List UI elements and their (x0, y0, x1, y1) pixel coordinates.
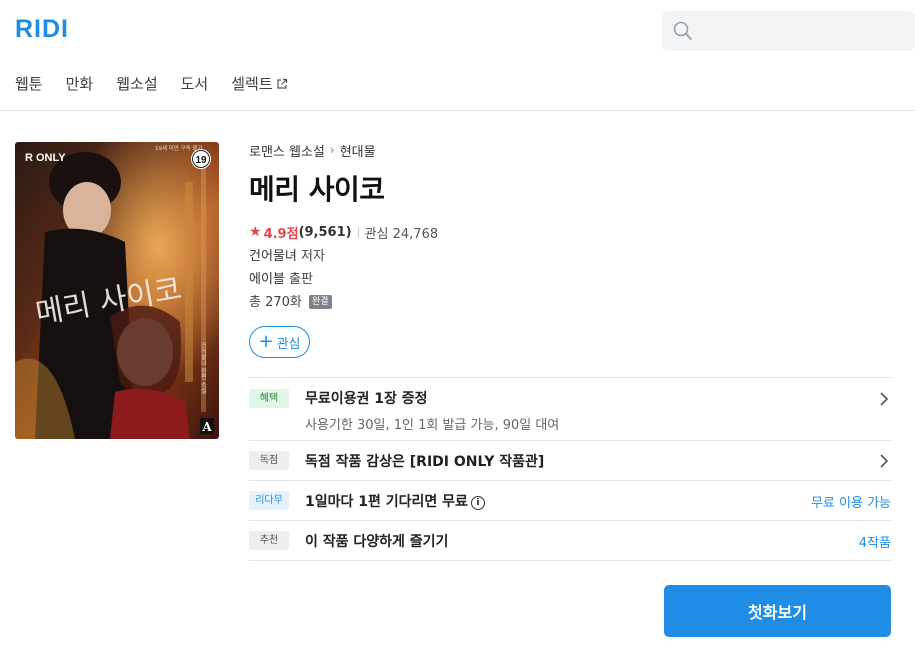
wait-free-status: 무료 이용 가능 (810, 496, 891, 511)
author-suffix: 저자 (300, 249, 325, 264)
nav-select[interactable]: 셀렉트 (231, 73, 287, 94)
wait-free-title: 1일마다 1편 기다리면 무료 i (305, 491, 485, 511)
breadcrumb: 로맨스 웹소설 › 현대물 (249, 140, 891, 160)
wait-free-label: 1일마다 1편 기다리면 무료 (305, 494, 468, 510)
exclusive-row[interactable]: 독점 독점 작품 감상은 [RIDI ONLY 작품관] (249, 441, 891, 481)
publisher-suffix: 출판 (289, 272, 313, 287)
info-icon[interactable]: i (470, 496, 485, 510)
cover-badge: R ONLY (25, 152, 66, 164)
star-icon: ★ (249, 224, 262, 240)
favorite-button[interactable]: + 관심 (249, 326, 310, 358)
publisher-name[interactable]: 에이블 (249, 272, 285, 287)
recommend-row[interactable]: 추천 이 작품 다양하게 즐기기 4작품 (249, 521, 891, 561)
recommend-tag: 추천 (249, 531, 289, 550)
author-name[interactable]: 건어물녀 (249, 249, 297, 264)
publisher-line: 에이블 출판 (249, 268, 891, 291)
exclusive-title: 독점 작품 감상은 [RIDI ONLY 작품관] (305, 454, 545, 470)
breadcrumb-genre[interactable]: 로맨스 웹소설 (249, 141, 325, 160)
plus-icon: + (258, 331, 274, 352)
recommend-title: 이 작품 다양하게 즐기기 (305, 534, 449, 550)
nav-books[interactable]: 도서 (181, 73, 209, 94)
recommend-count: 4작품 (858, 536, 891, 551)
divider (357, 226, 359, 238)
benefit-list: 혜택 무료이용권 1장 증정 사용기한 30일, 1인 1회 발급 가능, 90… (249, 377, 891, 561)
episodes-line: 총 270화 완결 (249, 291, 891, 314)
first-episode-button[interactable]: 첫화보기 (664, 585, 891, 637)
nav-webnovel[interactable]: 웹소설 (116, 73, 157, 94)
external-link-icon (277, 78, 287, 89)
benefit-row[interactable]: 혜택 무료이용권 1장 증정 사용기한 30일, 1인 1회 발급 가능, 90… (249, 378, 891, 441)
book-info: 로맨스 웹소설 › 현대물 메리 사이코 ★ 4.9점 (9,561) 관심 2… (249, 140, 891, 358)
main-nav: 웹툰 만화 웹소설 도서 셀렉트 (15, 73, 311, 94)
exclusive-tag: 독점 (249, 451, 289, 470)
rating-score: 4.9점 (263, 226, 299, 242)
nav-webtoon[interactable]: 웹툰 (15, 73, 43, 94)
benefit-description: 사용기한 30일, 1인 1회 발급 가능, 90일 대여 (305, 418, 560, 433)
nav-select-label: 셀렉트 (231, 75, 273, 93)
favorite-count: 관심 24,768 (364, 226, 439, 242)
cover-author-art: 건어물녀 장편 소설 (200, 341, 207, 394)
rating-count[interactable]: (9,561) (299, 225, 352, 240)
chevron-right-icon: › (329, 143, 335, 157)
author-line: 건어물녀 저자 (249, 245, 891, 268)
benefit-tag: 혜택 (249, 389, 289, 408)
rating-line: ★ 4.9점 (9,561) 관심 24,768 (249, 222, 891, 242)
book-cover[interactable]: R ONLY 19세 미만 구독 불가 19 메리 사이코 건어물녀 장편 소설… (15, 142, 219, 439)
chevron-right-icon (880, 454, 889, 468)
book-cover-art: R ONLY 19세 미만 구독 불가 19 메리 사이코 건어물녀 장편 소설… (15, 142, 219, 439)
search-icon (673, 21, 692, 40)
nav-comics[interactable]: 만화 (66, 73, 94, 94)
wait-free-tag: 리다무 (249, 491, 289, 510)
header: RIDI 웹툰 만화 웹소설 도서 셀렉트 (0, 0, 915, 111)
favorite-button-label: 관심 (276, 336, 301, 352)
wait-free-row[interactable]: 리다무 1일마다 1편 기다리면 무료 i 무료 이용 가능 (249, 481, 891, 521)
search-bar[interactable] (662, 11, 915, 51)
status-badge: 완결 (309, 295, 332, 309)
benefit-title: 무료이용권 1장 증정 (305, 391, 428, 407)
cover-publisher-mark: A (201, 420, 212, 434)
book-title: 메리 사이코 (249, 173, 385, 206)
breadcrumb-subgenre[interactable]: 현대물 (340, 141, 376, 160)
chevron-right-icon (880, 392, 889, 406)
cover-age-badge: 19 (195, 155, 207, 166)
episode-count: 총 270화 (249, 295, 302, 310)
ridi-logo[interactable]: RIDI (15, 15, 69, 44)
